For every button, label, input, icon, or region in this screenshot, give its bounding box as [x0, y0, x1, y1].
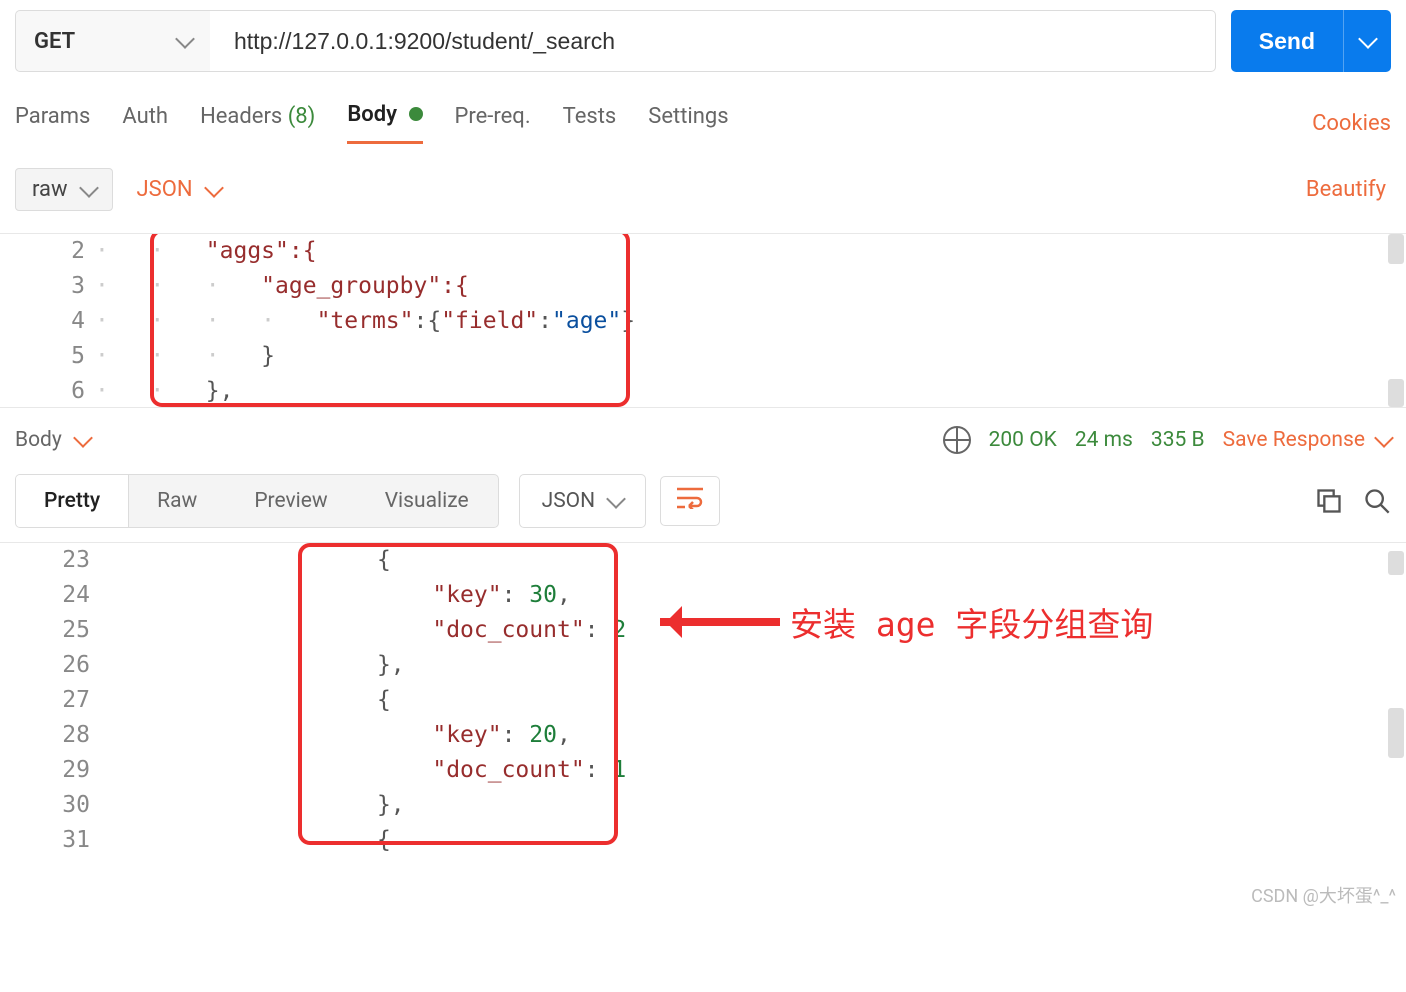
line-number: 26 [0, 648, 90, 683]
tab-settings[interactable]: Settings [648, 104, 728, 143]
watermark: CSDN @大坏蛋^_^ [1251, 882, 1396, 908]
response-language-label: JSON [542, 489, 595, 513]
request-body-editor[interactable]: 2 3 4 5 6 · · "aggs":{ · · · "age_groupb… [0, 233, 1406, 408]
body-language-label: JSON [137, 177, 193, 202]
tab-preview[interactable]: Preview [226, 475, 356, 527]
copy-icon[interactable] [1315, 487, 1343, 515]
line-number: 23 [0, 543, 90, 578]
line-number: 3 [0, 269, 85, 304]
response-language-select[interactable]: JSON [519, 474, 646, 528]
headers-count: (8) [288, 104, 316, 129]
tab-params[interactable]: Params [15, 104, 90, 143]
send-button[interactable]: Send [1231, 10, 1343, 72]
highlight-box [150, 233, 630, 407]
response-size: 335 B [1151, 428, 1205, 452]
line-number: 24 [0, 578, 90, 613]
line-wrap-button[interactable] [660, 476, 720, 526]
line-number: 29 [0, 753, 90, 788]
search-icon[interactable] [1363, 487, 1391, 515]
beautify-link[interactable]: Beautify [1306, 177, 1391, 202]
line-number: 2 [0, 234, 85, 269]
tab-body-label: Body [347, 102, 397, 127]
scrollbar[interactable] [1388, 708, 1404, 758]
response-time: 24 ms [1075, 428, 1133, 452]
line-number: 6 [0, 374, 85, 408]
response-body-toggle[interactable]: Body [15, 428, 90, 452]
line-gutter: 2 3 4 5 6 [0, 234, 95, 407]
response-body-label: Body [15, 428, 62, 452]
http-method-label: GET [34, 29, 75, 54]
line-number: 31 [0, 823, 90, 858]
chevron-down-icon [606, 489, 626, 509]
tab-headers[interactable]: Headers (8) [200, 104, 315, 143]
tab-body[interactable]: Body [347, 102, 422, 144]
line-number: 5 [0, 339, 85, 374]
tab-headers-label: Headers [200, 104, 282, 129]
wrap-icon [677, 487, 703, 509]
chevron-down-icon [73, 428, 93, 448]
response-body-viewer[interactable]: 23 24 25 26 27 28 29 30 31 { "key": 30, … [0, 542, 1406, 862]
send-more-button[interactable] [1343, 10, 1391, 72]
chevron-down-icon [1374, 428, 1394, 448]
chevron-down-icon [175, 29, 195, 49]
line-number: 4 [0, 304, 85, 339]
tab-raw[interactable]: Raw [129, 475, 226, 527]
chevron-down-icon [1358, 29, 1378, 49]
line-number: 27 [0, 683, 90, 718]
annotation-text: 安装 age 字段分组查询 [790, 598, 1153, 646]
body-dirty-indicator-icon [409, 107, 423, 121]
code-content[interactable]: { "key": 30, "doc_count": 2 }, { "key": … [100, 543, 1406, 862]
request-url-input[interactable] [210, 10, 1216, 72]
chevron-down-icon [79, 178, 99, 198]
line-number: 25 [0, 613, 90, 648]
tab-auth[interactable]: Auth [122, 104, 168, 143]
tab-visualize[interactable]: Visualize [357, 475, 498, 527]
tab-pretty[interactable]: Pretty [16, 475, 129, 527]
body-type-label: raw [32, 177, 68, 202]
status-code: 200 OK [989, 428, 1057, 452]
arrow-left-icon [660, 618, 780, 626]
chevron-down-icon [204, 178, 224, 198]
http-method-select[interactable]: GET [15, 10, 210, 72]
response-view-tabs: Pretty Raw Preview Visualize [15, 474, 499, 528]
cookies-link[interactable]: Cookies [1312, 111, 1391, 136]
line-number: 28 [0, 718, 90, 753]
save-response-button[interactable]: Save Response [1223, 428, 1391, 452]
scrollbar[interactable] [1388, 551, 1404, 575]
annotation: 安装 age 字段分组查询 [660, 598, 1153, 646]
scrollbar[interactable] [1388, 379, 1404, 407]
body-language-json-select[interactable]: JSON [133, 169, 225, 210]
tab-prereq[interactable]: Pre-req. [455, 104, 531, 143]
line-gutter: 23 24 25 26 27 28 29 30 31 [0, 543, 100, 862]
save-response-label: Save Response [1223, 428, 1365, 452]
scrollbar[interactable] [1388, 234, 1404, 264]
code-content[interactable]: · · "aggs":{ · · · "age_groupby":{ · · ·… [95, 234, 1406, 407]
body-type-raw-select[interactable]: raw [15, 168, 113, 211]
tab-tests[interactable]: Tests [563, 104, 617, 143]
line-number: 30 [0, 788, 90, 823]
globe-icon[interactable] [943, 426, 971, 454]
highlight-box [298, 543, 618, 845]
